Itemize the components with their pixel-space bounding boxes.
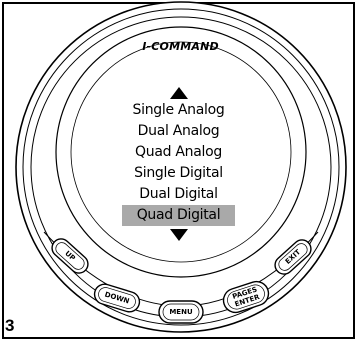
menu-item-single-digital[interactable]: Single Digital: [122, 163, 235, 184]
menu-item-quad-digital[interactable]: Quad Digital: [122, 205, 235, 226]
scroll-down-arrow-icon: [170, 229, 188, 241]
menu-button-label: MENU: [169, 308, 193, 316]
menu-item-dual-digital[interactable]: Dual Digital: [122, 184, 235, 205]
illustration-stage: I-COMMAND Single Analog Dual Analog Quad…: [0, 0, 361, 344]
menu-item-single-analog[interactable]: Single Analog: [122, 100, 235, 121]
scroll-up-arrow-icon: [170, 87, 188, 99]
brand-logo: I-COMMAND: [142, 40, 219, 53]
menu-item-dual-analog[interactable]: Dual Analog: [122, 121, 235, 142]
menu-item-quad-analog[interactable]: Quad Analog: [122, 142, 235, 163]
figure-number: 3: [5, 316, 15, 335]
